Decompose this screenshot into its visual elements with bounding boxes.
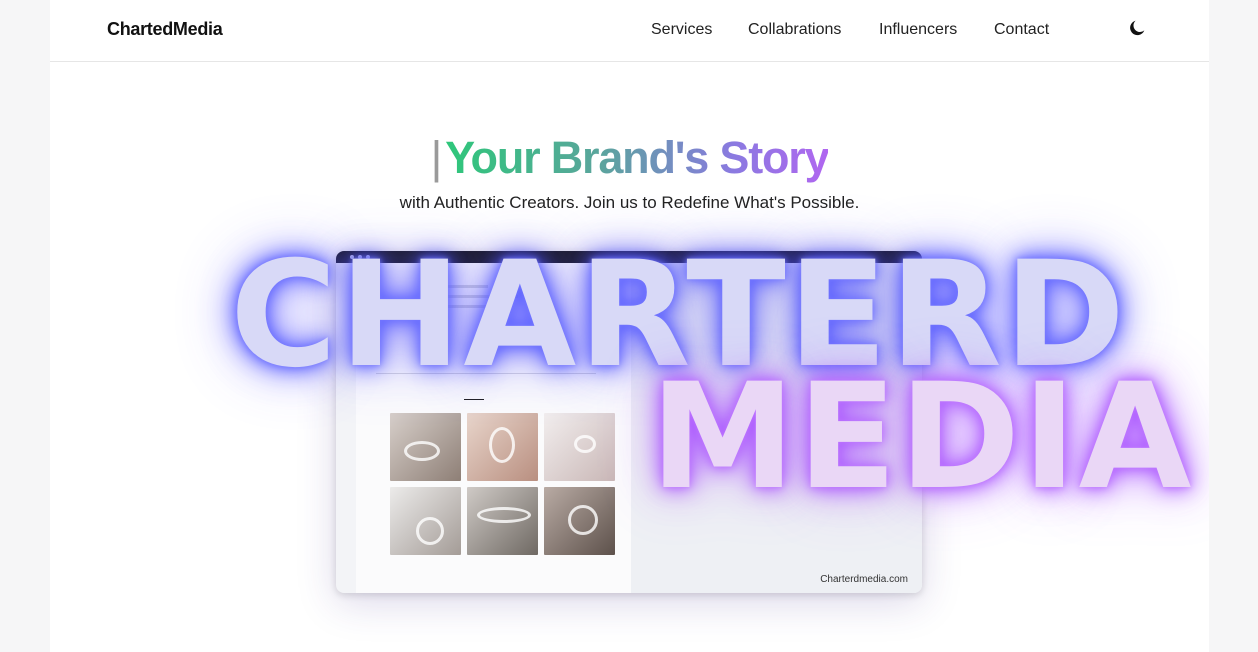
- overlay-title-media: MEDIA: [650, 352, 1194, 522]
- photo-tile: [544, 413, 615, 481]
- hero-title-text: Your Brand's Story: [445, 132, 830, 183]
- photo-tile: [467, 487, 538, 555]
- site-logo[interactable]: ChartedMedia: [107, 19, 223, 40]
- site-header: ChartedMedia Services Collabrations Infl…: [50, 0, 1209, 62]
- hero-subtitle: with Authentic Creators. Join us to Rede…: [399, 193, 860, 212]
- nav-contact[interactable]: Contact: [994, 21, 1049, 39]
- hero-title: |Your Brand's Story: [50, 130, 1209, 186]
- photo-grid: [390, 413, 615, 555]
- theme-toggle-button[interactable]: [1126, 17, 1148, 39]
- moon-icon: [1130, 20, 1145, 36]
- site-url: Charterdmedia.com: [820, 574, 908, 585]
- page: ChartedMedia Services Collabrations Infl…: [50, 0, 1209, 652]
- photo-tile: [467, 413, 538, 481]
- nav-collabrations[interactable]: Collabrations: [748, 21, 841, 39]
- nav-influencers[interactable]: Influencers: [879, 21, 957, 39]
- photo-tile: [390, 413, 461, 481]
- typing-caret: |: [430, 132, 443, 183]
- nav-services[interactable]: Services: [651, 21, 712, 39]
- photo-tile: [544, 487, 615, 555]
- photo-tile: [390, 487, 461, 555]
